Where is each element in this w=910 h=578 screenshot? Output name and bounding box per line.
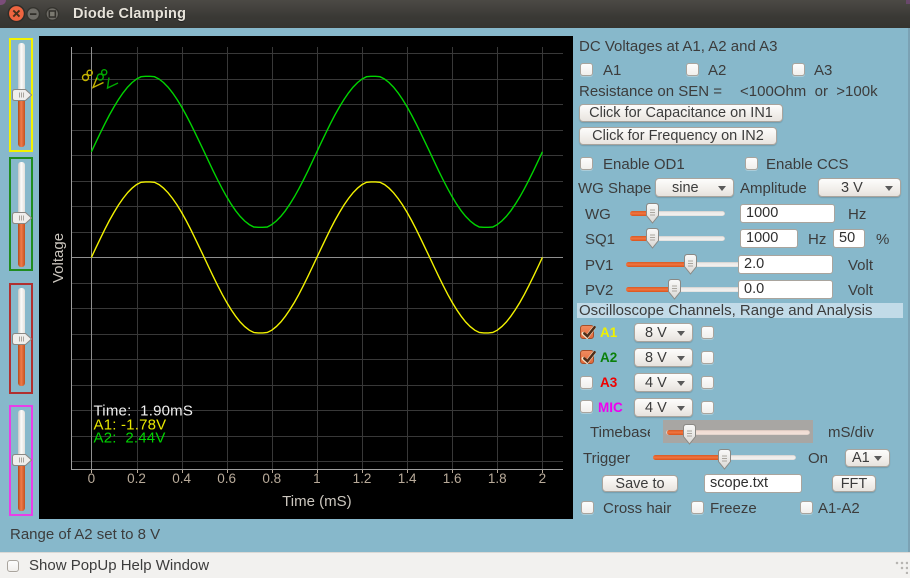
svg-text:Time (mS): Time (mS) (282, 493, 351, 510)
svg-text:0.8: 0.8 (262, 471, 281, 486)
svg-text:2: 2 (539, 471, 547, 486)
svg-text:1.4: 1.4 (398, 471, 417, 486)
svg-text:1.8: 1.8 (488, 471, 507, 486)
svg-text:Voltage: Voltage (50, 233, 67, 283)
svg-text:1.6: 1.6 (443, 471, 462, 486)
svg-text:0: 0 (88, 471, 96, 486)
svg-text:A2: 2.44V: A2: 2.44V (94, 430, 166, 447)
svg-text:0.6: 0.6 (217, 471, 236, 486)
svg-text:0.2: 0.2 (127, 471, 146, 486)
svg-text:1: 1 (313, 471, 321, 486)
svg-text:0.4: 0.4 (172, 471, 191, 486)
svg-text:1.2: 1.2 (353, 471, 372, 486)
